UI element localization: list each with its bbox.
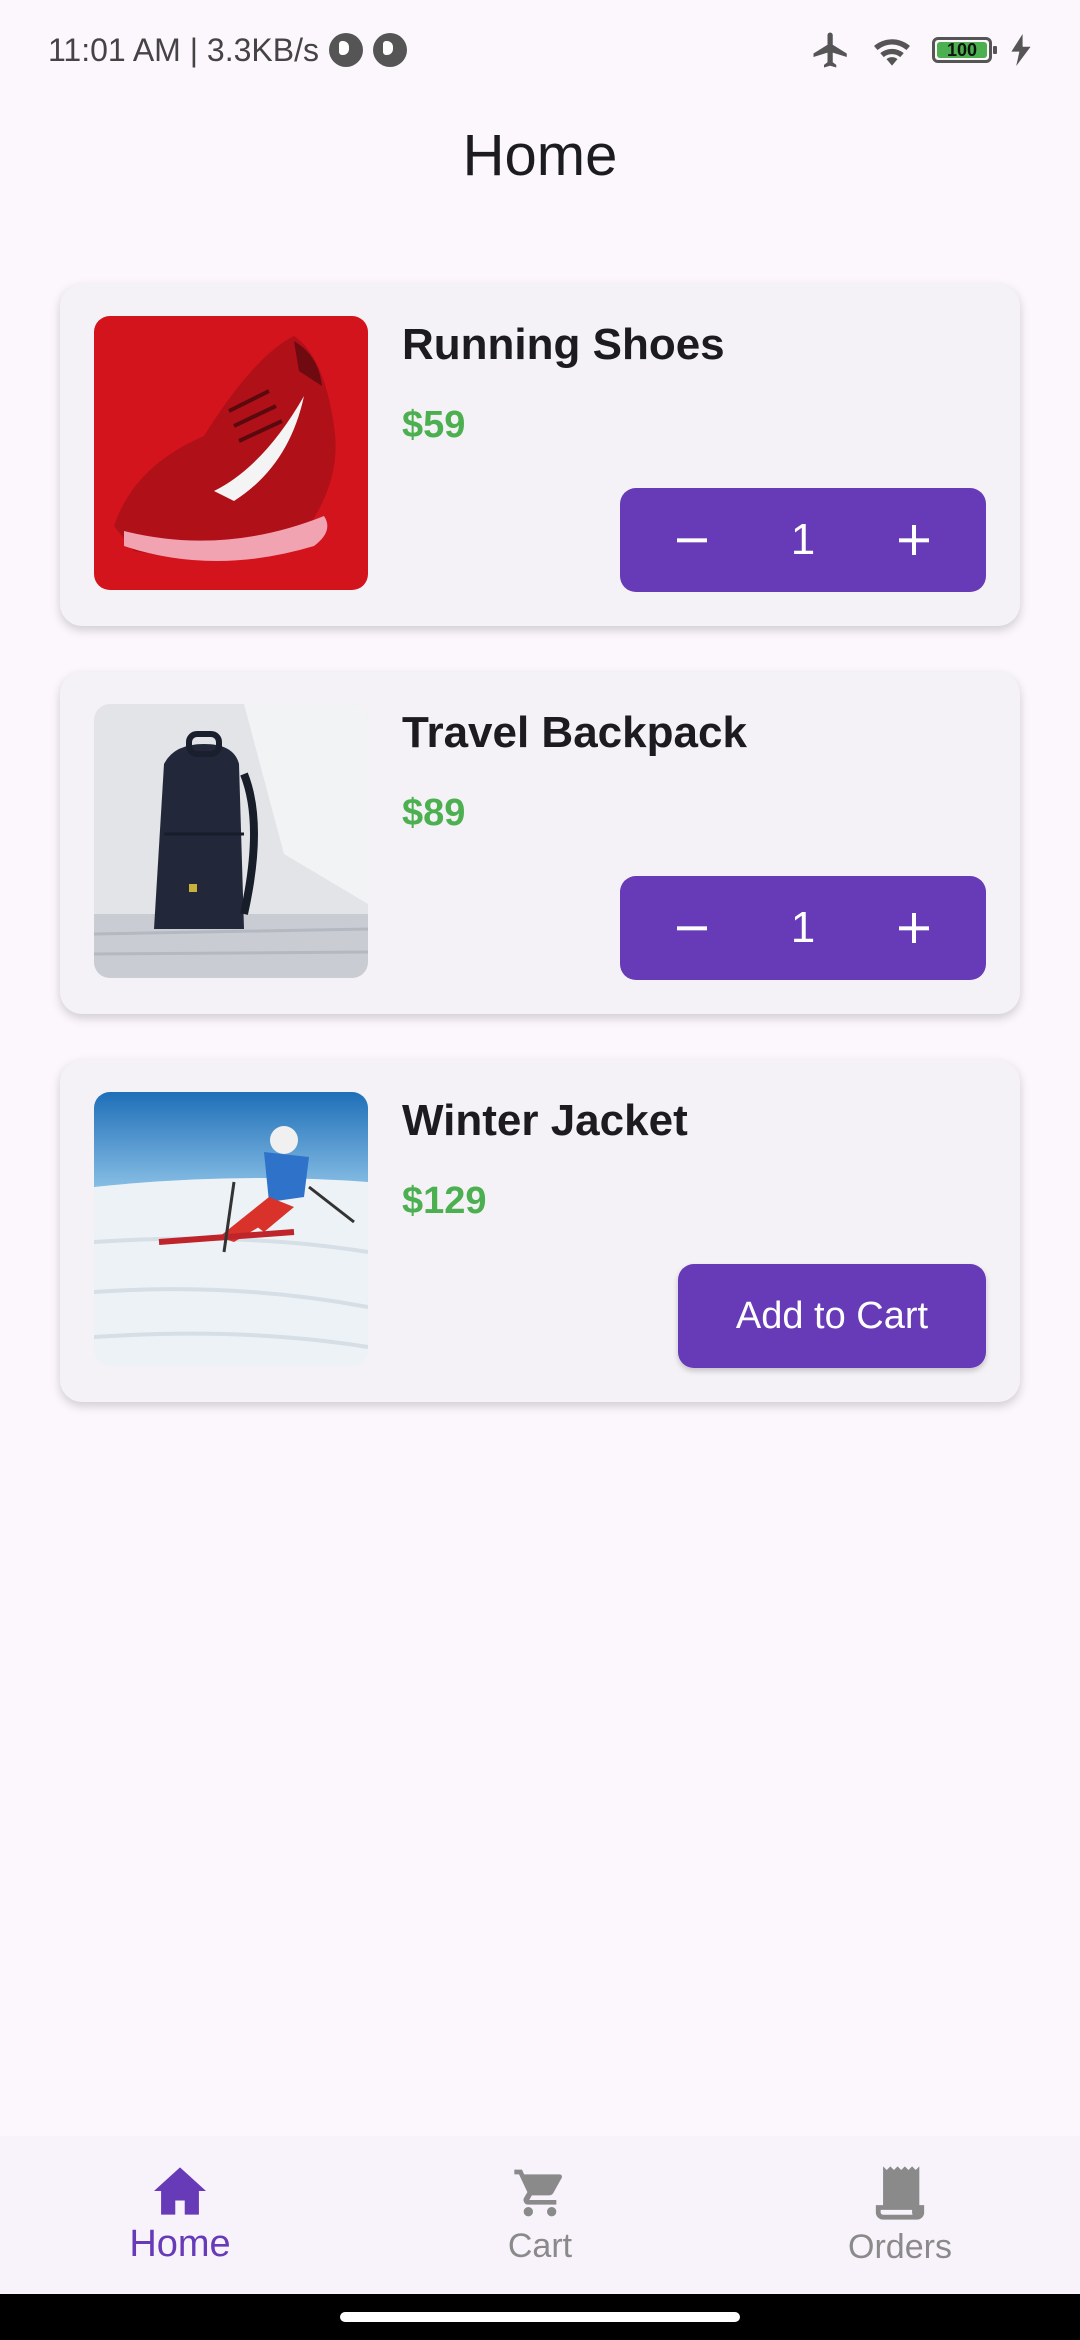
- status-time: 11:01 AM | 3.3KB/s: [48, 31, 319, 68]
- product-card-travel-backpack: Travel Backpack $89 1: [60, 672, 1020, 1014]
- minus-icon: [676, 926, 707, 931]
- battery-level: 100: [946, 39, 978, 60]
- status-left: 11:01 AM | 3.3KB/s: [48, 32, 407, 69]
- product-name: Travel Backpack: [402, 708, 747, 757]
- product-price: $89: [402, 792, 466, 834]
- nav-item-orders[interactable]: Orders: [720, 2136, 1080, 2294]
- nav-item-label: Cart: [507, 2226, 573, 2265]
- bottom-navigation: Home Cart Orders: [0, 2136, 1080, 2294]
- quantity-value: 1: [790, 903, 816, 952]
- nav-item-cart[interactable]: Cart: [360, 2136, 720, 2294]
- plus-icon: [899, 525, 930, 555]
- home-gesture-handle[interactable]: [340, 2312, 740, 2322]
- product-card-running-shoes: Running Shoes $59 1: [60, 284, 1020, 626]
- navy-backpack-image: [94, 704, 368, 978]
- home-icon: [154, 2166, 206, 2215]
- status-right: 100: [810, 29, 1032, 71]
- skier-jacket-image: [94, 1092, 368, 1366]
- airplane-icon: [813, 32, 847, 68]
- notification-p-icon: [328, 33, 363, 67]
- increment-button[interactable]: [869, 495, 959, 585]
- product-price: $59: [402, 404, 466, 446]
- product-card-winter-jacket: Winter Jacket $129 Add to Cart: [60, 1060, 1020, 1402]
- increment-button[interactable]: [869, 883, 959, 973]
- product-name: Running Shoes: [402, 320, 725, 369]
- quantity-stepper: 1: [620, 488, 986, 592]
- wifi-icon: [874, 39, 910, 66]
- quantity-stepper: 1: [620, 876, 986, 980]
- minus-icon: [676, 538, 707, 543]
- nav-item-label: Home: [129, 2222, 231, 2265]
- product-list: Running Shoes $59 1 Travel Backpack $89 …: [60, 284, 1020, 1448]
- plus-icon: [899, 913, 930, 943]
- cart-icon: [514, 2169, 563, 2216]
- decrement-button[interactable]: [647, 883, 737, 973]
- receipt-icon: [875, 2165, 925, 2220]
- battery-icon: 100: [932, 37, 997, 63]
- notification-p-icon: [372, 33, 407, 67]
- nav-item-label: Orders: [848, 2227, 952, 2266]
- status-bar: 11:01 AM | 3.3KB/s 100: [0, 0, 1080, 100]
- decrement-button[interactable]: [647, 495, 737, 585]
- add-to-cart-button[interactable]: Add to Cart: [678, 1264, 986, 1368]
- product-price: $129: [402, 1180, 487, 1222]
- red-running-shoe-image: [94, 316, 368, 590]
- app-bar: Home: [0, 100, 1080, 210]
- nav-item-home[interactable]: Home: [0, 2136, 360, 2294]
- product-name: Winter Jacket: [402, 1096, 688, 1145]
- charging-bolt-icon: [1011, 34, 1031, 66]
- page-title: Home: [462, 122, 618, 188]
- quantity-value: 1: [790, 515, 816, 564]
